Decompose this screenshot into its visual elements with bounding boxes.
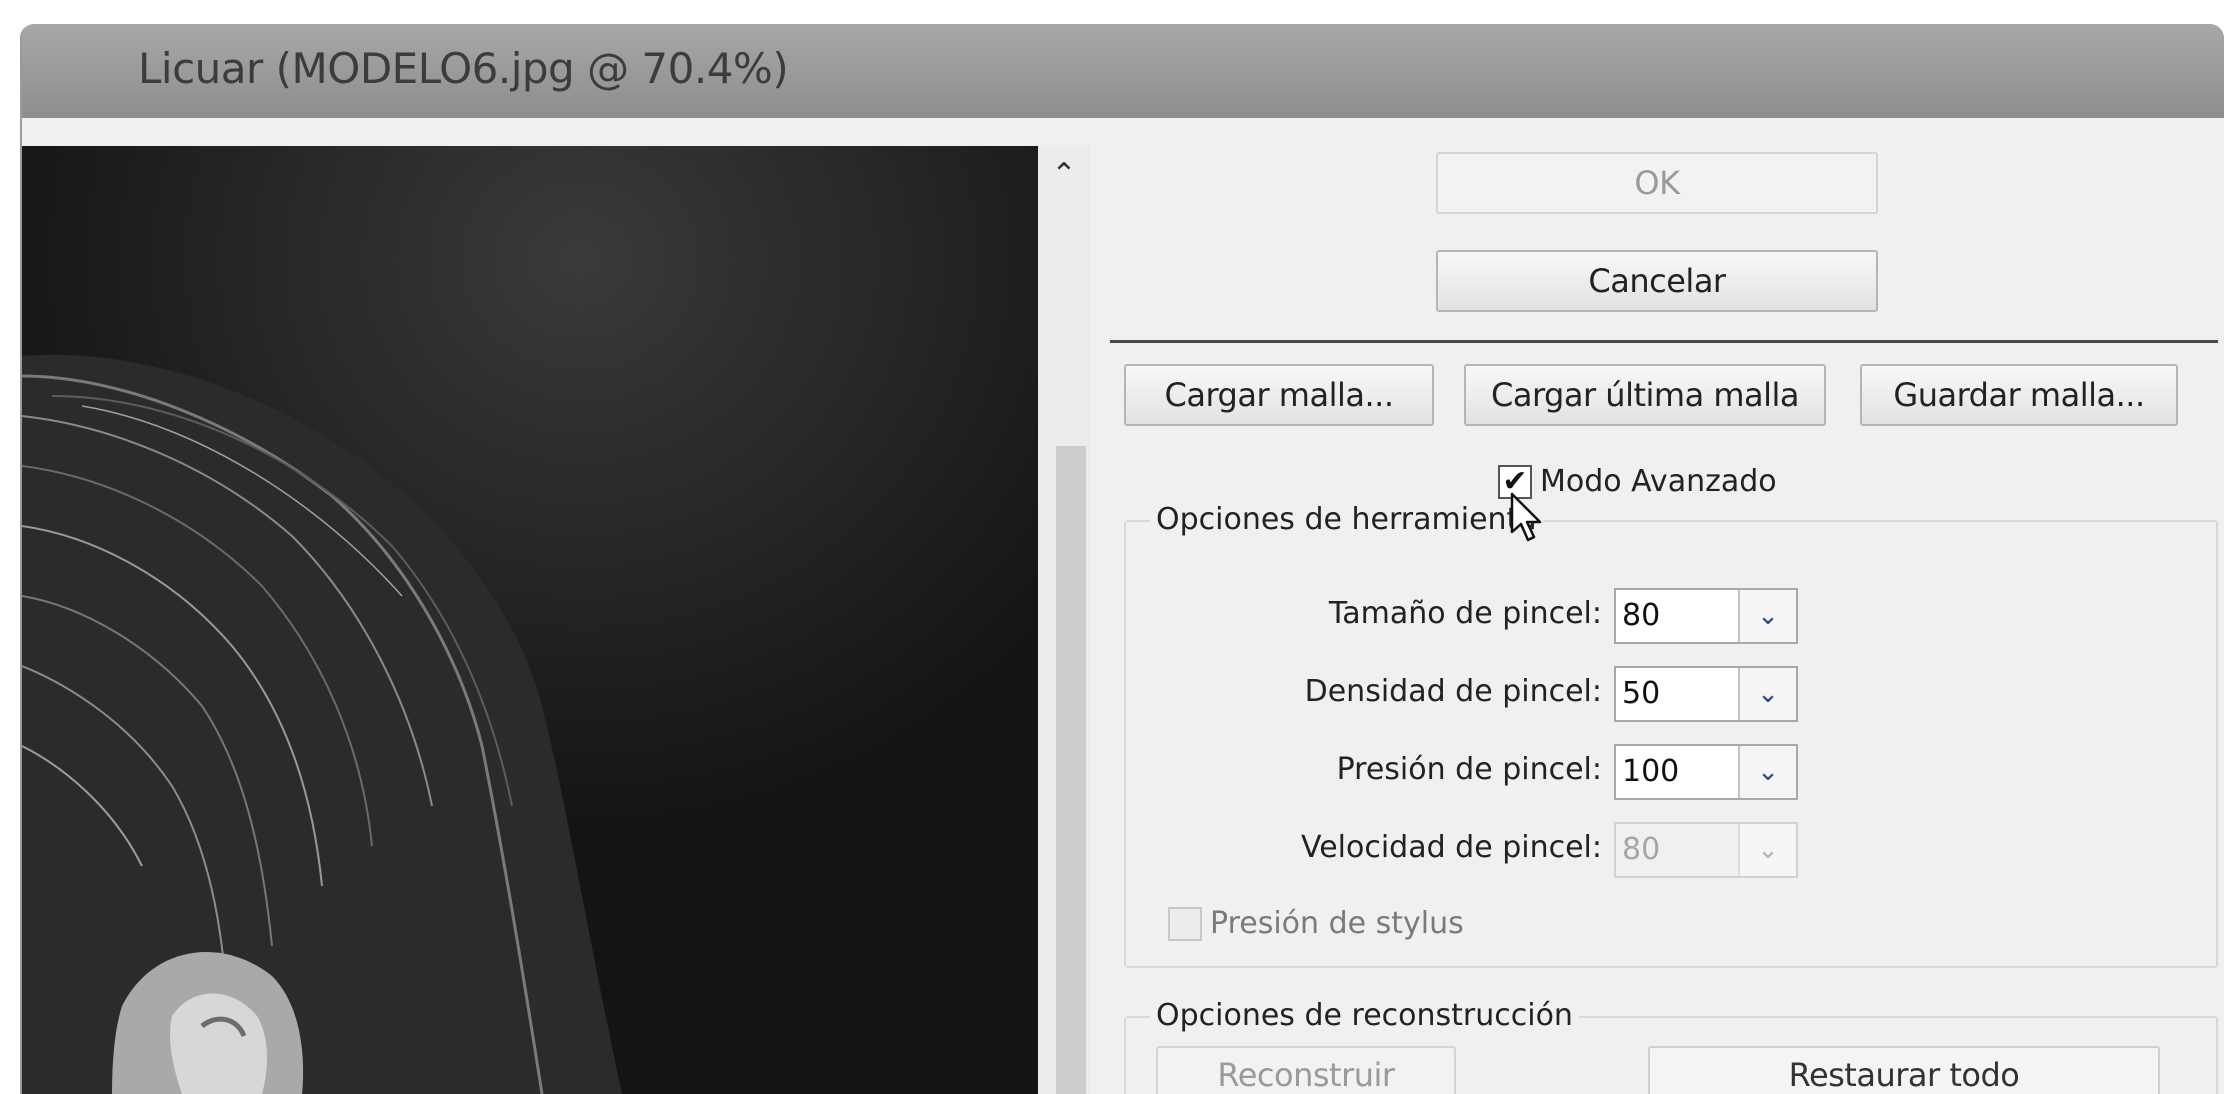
preview-scrollbar[interactable]: ⌃: [1038, 146, 1090, 1094]
brush-rate-value: 80: [1622, 832, 1661, 867]
brush-density-value[interactable]: 50: [1616, 668, 1738, 720]
advanced-mode-label: Modo Avanzado: [1540, 464, 1777, 499]
window-title: Licuar (MODELO6.jpg @ 70.4%): [138, 44, 789, 93]
restore-all-button[interactable]: Restaurar todo: [1648, 1046, 2160, 1094]
save-mesh-button[interactable]: Guardar malla...: [1860, 364, 2178, 426]
load-mesh-button[interactable]: Cargar malla...: [1124, 364, 1434, 426]
preview-photo: [22, 146, 1038, 1094]
cancel-button[interactable]: Cancelar: [1436, 250, 1878, 312]
reconstruct-options-title: Opciones de reconstrucción: [1150, 998, 1579, 1033]
brush-density-label: Densidad de pincel:: [1304, 674, 1602, 709]
ok-button[interactable]: OK: [1436, 152, 1878, 214]
brush-rate-combo: 80 ⌄: [1614, 822, 1798, 878]
chevron-down-icon[interactable]: ⌄: [1738, 746, 1796, 798]
liquify-dialog: Licuar (MODELO6.jpg @ 70.4%) ⌃ OK Cancel…: [20, 24, 2224, 1094]
image-preview[interactable]: [22, 146, 1038, 1094]
chevron-down-icon: ⌄: [1738, 824, 1796, 876]
reconstruct-button[interactable]: Reconstruir: [1156, 1046, 1456, 1094]
tool-options-title: Opciones de herramienta: [1150, 502, 1543, 537]
stylus-pressure-option: Presión de stylus: [1168, 906, 1464, 941]
chevron-down-icon[interactable]: ⌄: [1738, 668, 1796, 720]
brush-size-label: Tamaño de pincel:: [1328, 596, 1602, 631]
arrow-cursor-icon: [1510, 492, 1542, 542]
stylus-pressure-label: Presión de stylus: [1210, 906, 1464, 941]
brush-size-combo[interactable]: 80 ⌄: [1614, 588, 1798, 644]
scrollbar-thumb[interactable]: [1056, 446, 1086, 1094]
brush-pressure-combo[interactable]: 100 ⌄: [1614, 744, 1798, 800]
load-last-mesh-button[interactable]: Cargar última malla: [1464, 364, 1826, 426]
brush-pressure-label: Presión de pincel:: [1336, 752, 1602, 787]
brush-rate-label: Velocidad de pincel:: [1301, 830, 1602, 865]
brush-density-combo[interactable]: 50 ⌄: [1614, 666, 1798, 722]
stylus-pressure-checkbox: [1168, 906, 1202, 941]
brush-size-value[interactable]: 80: [1616, 590, 1738, 642]
chevron-up-icon[interactable]: ⌃: [1038, 146, 1090, 202]
brush-pressure-value[interactable]: 100: [1616, 746, 1738, 798]
chevron-down-icon[interactable]: ⌄: [1738, 590, 1796, 642]
title-bar: Licuar (MODELO6.jpg @ 70.4%): [22, 24, 2224, 118]
divider: [1110, 340, 2218, 343]
